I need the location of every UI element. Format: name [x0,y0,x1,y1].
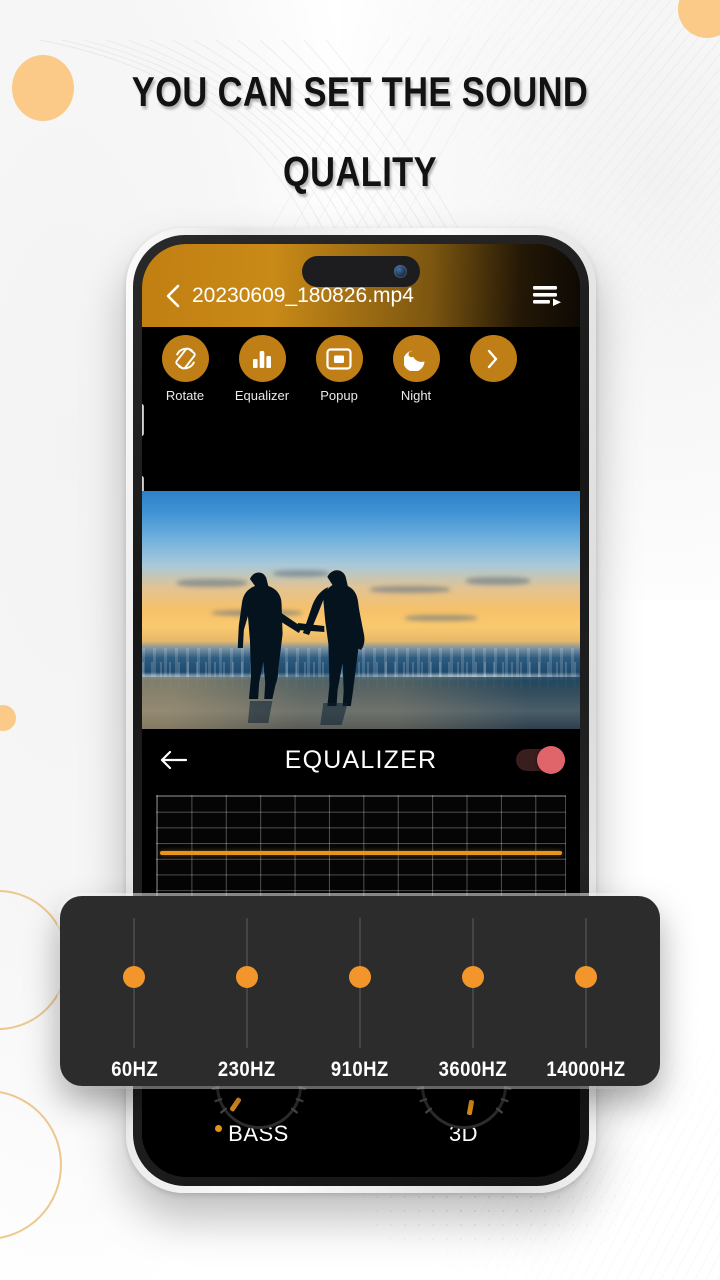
quick-action-equalizer[interactable]: Equalizer [229,335,295,403]
overlay-band-label: 14000HZ [546,1058,626,1081]
back-button[interactable] [158,281,188,311]
more-actions-button[interactable] [469,335,517,382]
overlay-band-label: 60HZ [110,1058,158,1081]
playlist-button[interactable] [530,279,564,313]
equalizer-label: Equalizer [234,388,290,403]
arrow-left-icon [160,750,188,770]
popup-button[interactable] [315,335,363,382]
overlay-slider-thumb[interactable] [236,966,259,988]
dynamic-island [302,256,420,287]
night-label: Night [400,388,432,403]
overlay-band-slider[interactable]: 3600HZ [416,918,529,1081]
headline-line-1: YOU CAN SET THE SOUND QUALITY [131,68,589,195]
quick-action-night[interactable]: Night [383,335,449,403]
popup-window-icon [326,347,352,370]
chevron-left-icon [166,284,180,307]
equalizer-bars-icon [253,350,271,368]
overlay-band-slider[interactable]: 14000HZ [529,918,642,1081]
playlist-play-icon [533,285,561,306]
quick-action-rotate[interactable]: Rotate [152,335,218,403]
quick-action-more[interactable] [460,335,526,403]
night-moon-icon [403,350,424,371]
overlay-slider-thumb[interactable] [574,966,597,988]
quick-actions-bar: Rotate Equalizer Popup Night [142,327,580,413]
equalizer-header: EQUALIZER [142,729,580,791]
popup-label: Popup [320,388,358,403]
video-top-letterbox [142,413,580,491]
chevron-right-icon [487,349,498,368]
equalizer-button[interactable] [238,335,286,382]
equalizer-response-curve [160,851,562,855]
overlay-band-slider[interactable]: 60HZ [78,918,191,1081]
equalizer-title: EQUALIZER [284,745,438,774]
equalizer-enable-toggle[interactable] [516,746,565,774]
bass-knob-value-dot [214,1125,222,1132]
overlay-band-slider[interactable]: 910HZ [304,918,417,1081]
screen-rotate-icon [174,347,196,370]
quick-action-popup[interactable]: Popup [306,335,372,403]
rotate-label: Rotate [165,388,205,403]
night-button[interactable] [392,335,440,382]
overlay-band-label: 230HZ [218,1058,277,1081]
overlay-slider-thumb[interactable] [461,966,484,988]
toggle-knob [537,746,565,774]
overlay-band-label: 910HZ [331,1058,389,1081]
video-preview[interactable] [142,491,580,729]
video-file-title: 20230609_180826.mp4 [192,283,414,307]
equalizer-overlay-card: 60HZ 230HZ 910HZ 3600HZ 14000HZ [60,896,660,1086]
video-couple-silhouette [237,570,365,725]
overlay-band-label: 3600HZ [438,1058,507,1081]
phone-mute-button[interactable] [142,404,144,436]
overlay-slider-thumb[interactable] [348,966,371,988]
overlay-slider-thumb[interactable] [123,966,146,988]
equalizer-response-graph [156,795,566,907]
equalizer-back-button[interactable] [160,749,194,771]
overlay-band-slider[interactable]: 230HZ [191,918,304,1081]
rotate-button[interactable] [161,335,209,382]
front-camera-icon [394,265,407,278]
